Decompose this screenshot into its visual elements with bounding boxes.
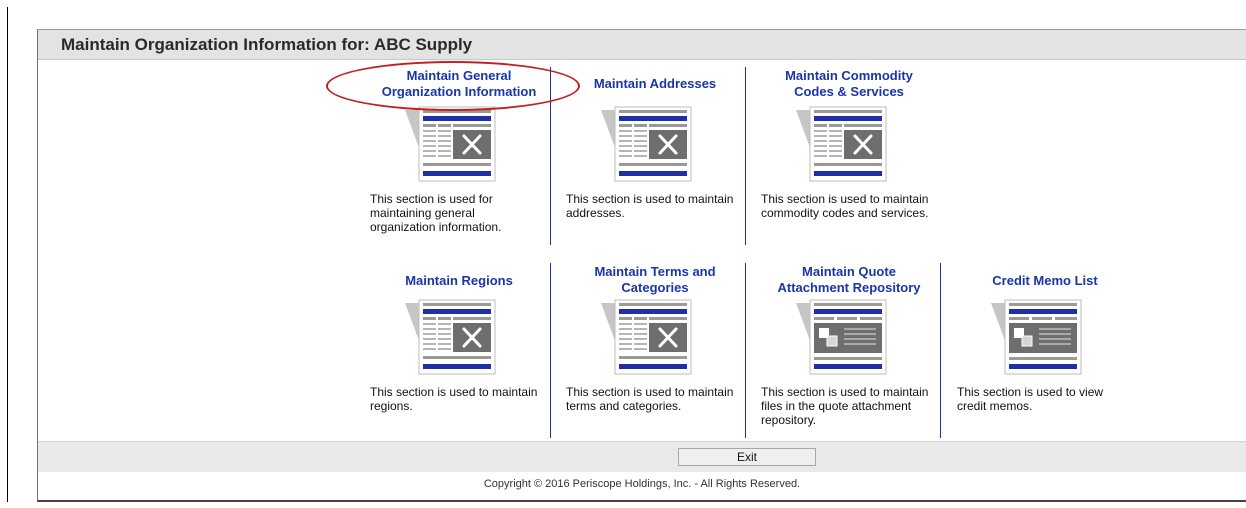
footer-action-bar: Exit bbox=[38, 441, 1246, 472]
column-divider bbox=[745, 263, 746, 438]
settings-form-icon[interactable] bbox=[403, 299, 497, 377]
settings-form-icon[interactable] bbox=[599, 299, 693, 377]
main-panel: Maintain Organization Information for: A… bbox=[37, 29, 1246, 502]
settings-form-icon[interactable] bbox=[403, 106, 497, 184]
exit-button[interactable]: Exit bbox=[678, 448, 816, 466]
maintain-addresses-link[interactable]: Maintain Addresses bbox=[566, 76, 744, 92]
copyright-text: Copyright © 2016 Periscope Holdings, Inc… bbox=[483, 478, 801, 490]
maintain-terms-link[interactable]: Maintain Terms and Categories bbox=[566, 264, 744, 296]
column-divider bbox=[940, 263, 941, 438]
maintain-addresses-description: This section is used to maintain addresse… bbox=[566, 192, 734, 220]
maintain-quote-attachment-link[interactable]: Maintain Quote Attachment Repository bbox=[754, 264, 944, 296]
credit-memo-list-description: This section is used to view credit memos… bbox=[957, 385, 1104, 413]
maintain-commodity-link[interactable]: Maintain Commodity Codes & Services bbox=[756, 68, 942, 100]
maintain-general-description: This section is used for maintaining gene… bbox=[370, 192, 502, 234]
maintain-quote-attachment-description: This section is used to maintain files in… bbox=[761, 385, 929, 427]
page-title: Maintain Organization Information for: A… bbox=[38, 30, 1246, 60]
column-divider bbox=[745, 67, 746, 245]
settings-form-icon[interactable] bbox=[794, 106, 888, 184]
maintain-terms-description: This section is used to maintain terms an… bbox=[566, 385, 734, 413]
settings-form-icon[interactable] bbox=[599, 106, 693, 184]
left-edge-line bbox=[7, 7, 8, 502]
document-repository-icon[interactable] bbox=[989, 299, 1083, 377]
maintain-general-link[interactable]: Maintain General Organization Informatio… bbox=[364, 68, 554, 100]
column-divider bbox=[550, 263, 551, 438]
credit-memo-list-link[interactable]: Credit Memo List bbox=[950, 273, 1140, 289]
maintain-regions-link[interactable]: Maintain Regions bbox=[364, 273, 554, 289]
document-repository-icon[interactable] bbox=[794, 299, 888, 377]
column-divider bbox=[550, 67, 551, 245]
maintain-regions-description: This section is used to maintain regions. bbox=[370, 385, 538, 413]
maintain-commodity-description: This section is used to maintain commodit… bbox=[761, 192, 929, 220]
